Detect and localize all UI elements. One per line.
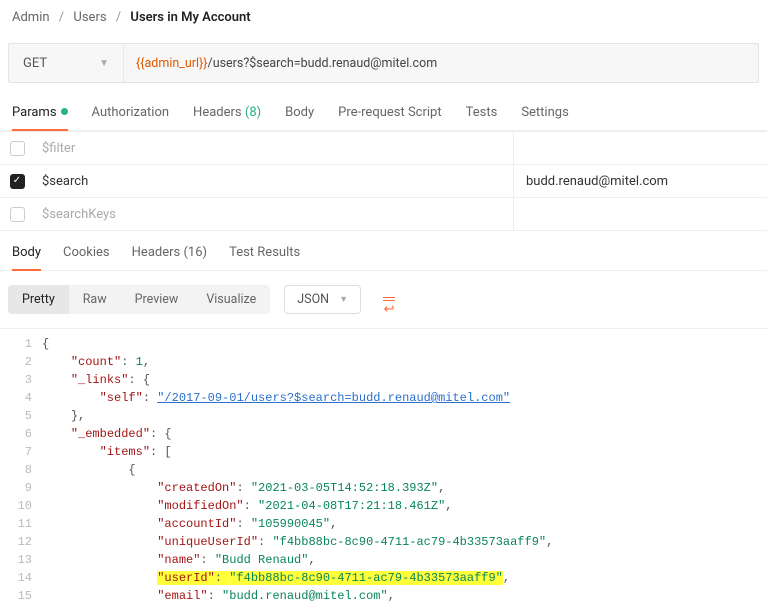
tab-authorization[interactable]: Authorization [92,105,170,130]
param-key[interactable]: $searchKeys [34,198,514,230]
param-checkbox[interactable] [10,207,25,222]
breadcrumb: Admin / Users / Users in My Account [0,0,767,37]
breadcrumb-separator: / [59,10,64,25]
tab-response-headers[interactable]: Headers (16) [132,245,207,270]
line-gutter: 123456789101112131415 [0,329,42,611]
tab-headers[interactable]: Headers (8) [193,105,261,130]
lang-select[interactable]: JSON▼ [284,285,361,314]
tab-response-body[interactable]: Body [12,245,41,270]
tab-body[interactable]: Body [285,105,314,130]
view-visualize-button[interactable]: Visualize [192,285,270,314]
param-checkbox[interactable]: ✓ [10,174,25,189]
wrap-lines-button[interactable]: ↩ [377,279,401,320]
wrap-icon: ↩ [383,297,395,317]
params-table: $filter ✓ $searchbudd.renaud@mitel.com$sea… [0,131,767,231]
url-rest: /users?$search=budd.renaud@mitel.com [208,56,438,71]
breadcrumb-current: Users in My Account [130,10,250,25]
view-preview-button[interactable]: Preview [121,285,193,314]
param-value[interactable]: budd.renaud@mitel.com [514,174,767,189]
view-pretty-button[interactable]: Pretty [8,285,69,314]
param-row: $searchKeys [0,197,767,230]
http-method-select[interactable]: GET ▼ [9,44,124,82]
tab-settings[interactable]: Settings [521,105,568,130]
response-body[interactable]: 123456789101112131415 { "count": 1, "_li… [0,329,767,611]
response-tabs: Body Cookies Headers (16) Test Results [0,231,767,271]
response-view-toolbar: Pretty Raw Preview Visualize JSON▼ ↩ [0,271,767,329]
url-input[interactable]: {{admin_url}}/users?$search=budd.renaud@… [124,44,758,82]
http-method-label: GET [23,56,47,71]
breadcrumb-item[interactable]: Users [73,10,106,25]
request-url-bar: GET ▼ {{admin_url}}/users?$search=budd.r… [8,43,759,83]
view-raw-button[interactable]: Raw [69,285,121,314]
request-tabs: Params Authorization Headers (8) Body Pr… [0,89,767,131]
chevron-down-icon: ▼ [339,294,348,305]
param-key[interactable]: $filter [34,132,514,164]
param-key[interactable]: $search [34,165,514,197]
code-source: { "count": 1, "_links": { "self": "/2017… [42,329,767,611]
chevron-down-icon: ▼ [99,58,109,69]
param-row: ✓ $searchbudd.renaud@mitel.com [0,164,767,197]
param-checkbox[interactable] [10,141,25,156]
breadcrumb-separator: / [116,10,121,25]
view-mode-group: Pretty Raw Preview Visualize [8,285,270,314]
tab-params[interactable]: Params [12,105,68,130]
url-variable: {{admin_url}} [136,56,207,71]
tab-prerequest[interactable]: Pre-request Script [338,105,441,130]
tab-response-tests[interactable]: Test Results [229,245,300,270]
tab-response-cookies[interactable]: Cookies [63,245,110,270]
active-dot-icon [61,108,68,115]
param-row: $filter [0,131,767,164]
tab-tests[interactable]: Tests [466,105,498,130]
breadcrumb-item[interactable]: Admin [12,10,50,25]
